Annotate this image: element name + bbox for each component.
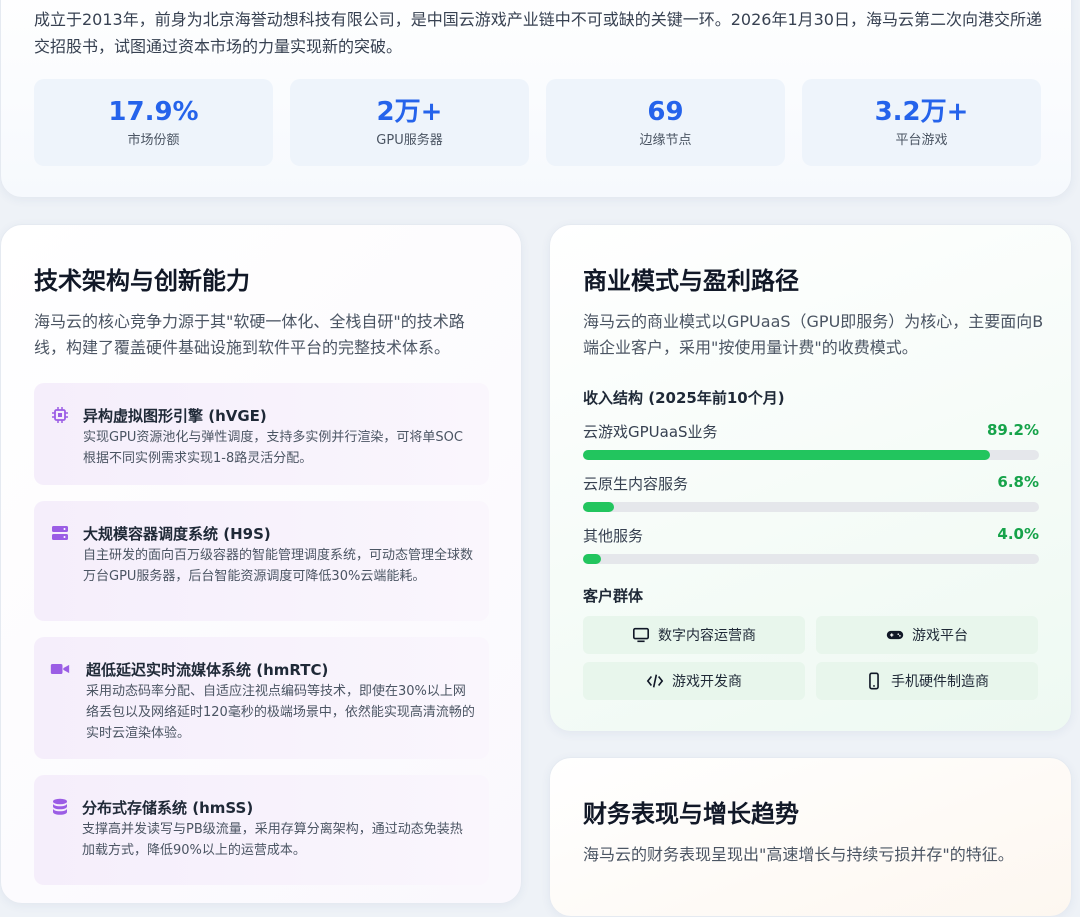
feature-title: 分布式存储系统 (hmSS) [82, 799, 254, 817]
gamepad-icon [886, 630, 904, 640]
stat-platform-games: 3.2万+ 平台游戏 [802, 79, 1041, 166]
stat-value: 17.9% [108, 97, 199, 127]
feature-desc: 实现GPU资源池化与弹性调度，支持多实例并行渲染，可将单SOC根据不同实例需求实… [83, 430, 463, 466]
tech-section-title: 技术架构与创新能力 [34, 267, 250, 295]
business-section-desc: 海马云的商业模式以GPUaaS（GPU即服务）为核心，主要面向B端企业客户，采用… [583, 312, 1044, 357]
revenue-bar-track [583, 502, 1039, 512]
customer-label: 数字内容运营商 [658, 628, 756, 644]
financial-performance-card: 财务表现与增长趋势 海马云的财务表现呈现出"高速增长与持续亏损并存"的特征。 [549, 757, 1072, 917]
revenue-bar-fill [583, 450, 990, 460]
customer-label: 手机硬件制造商 [891, 674, 989, 690]
chip-icon [52, 407, 68, 423]
tech-architecture-card: 技术架构与创新能力 海马云的核心竞争力源于其"软硬一体化、全栈自研"的技术路线，… [0, 224, 522, 904]
stat-value: 2万+ [376, 97, 443, 127]
smartphone-icon [869, 672, 879, 690]
feature-hvge: 异构虚拟图形引擎 (hVGE) 实现GPU资源池化与弹性调度，支持多实例并行渲染… [34, 383, 489, 485]
feature-hmss: 分布式存储系统 (hmSS) 支撑高并发读写与PB级流量，采用存算分离架构，通过… [34, 775, 489, 885]
feature-desc: 自主研发的面向百万级容器的智能管理调度系统，可动态管理全球数万台GPU服务器，后… [83, 548, 474, 584]
video-camera-icon [50, 664, 70, 674]
revenue-bar-fill [583, 554, 602, 564]
stat-label: GPU服务器 [376, 133, 443, 148]
feature-title: 异构虚拟图形引擎 (hVGE) [83, 407, 267, 425]
revenue-bar-fill [583, 502, 614, 512]
revenue-value: 4.0% [997, 525, 1039, 543]
stat-label: 平台游戏 [895, 133, 948, 148]
tech-section-desc: 海马云的核心竞争力源于其"软硬一体化、全栈自研"的技术路线，构建了覆盖硬件基础设… [34, 312, 465, 357]
customer-game-developers: 游戏开发商 [583, 662, 805, 700]
code-icon [646, 674, 664, 688]
revenue-bar-track [583, 450, 1039, 460]
database-icon [53, 798, 67, 815]
business-model-card: 商业模式与盈利路径 海马云的商业模式以GPUaaS（GPU即服务）为核心，主要面… [549, 224, 1072, 732]
revenue-structure-title: 收入结构 (2025年前10个月) [583, 389, 785, 407]
server-icon [52, 526, 68, 540]
feature-desc: 支撑高并发读写与PB级流量，采用存算分离架构，通过动态免装热加载方式，降低90%… [82, 822, 463, 858]
customer-groups-title: 客户群体 [583, 587, 644, 605]
finance-section-title: 财务表现与增长趋势 [583, 800, 799, 828]
feature-hmrtc: 超低延迟实时流媒体系统 (hmRTC) 采用动态码率分配、自适应注视点编码等技术… [34, 637, 489, 759]
stat-value: 3.2万+ [874, 97, 969, 127]
monitor-icon [632, 627, 650, 643]
company-overview-card: 成立于2013年，前身为北京海誉动想科技有限公司，是中国云游戏产业链中不可或缺的… [0, 0, 1072, 198]
revenue-name: 其他服务 [583, 527, 644, 545]
stat-market-share: 17.9% 市场份额 [34, 79, 273, 166]
revenue-name: 云游戏GPUaaS业务 [583, 423, 718, 441]
revenue-value: 89.2% [986, 421, 1039, 439]
stat-label: 市场份额 [127, 133, 180, 148]
revenue-bar-track [583, 554, 1039, 564]
stat-label: 边缘节点 [639, 133, 692, 148]
feature-title: 超低延迟实时流媒体系统 (hmRTC) [86, 661, 329, 679]
feature-h9s: 大规模容器调度系统 (H9S) 自主研发的面向百万级容器的智能管理调度系统，可动… [34, 501, 489, 621]
customer-phone-manufacturers: 手机硬件制造商 [816, 662, 1038, 700]
customer-digital-content-operators: 数字内容运营商 [583, 616, 805, 654]
stat-edge-nodes: 69 边缘节点 [546, 79, 785, 166]
customer-label: 游戏平台 [912, 628, 968, 644]
feature-title: 大规模容器调度系统 (H9S) [83, 525, 271, 543]
revenue-value: 6.8% [997, 473, 1039, 491]
company-intro-text: 成立于2013年，前身为北京海誉动想科技有限公司，是中国云游戏产业链中不可或缺的… [34, 10, 1042, 56]
finance-section-desc: 海马云的财务表现呈现出"高速增长与持续亏损并存"的特征。 [583, 845, 1014, 864]
stat-gpu-servers: 2万+ GPU服务器 [290, 79, 529, 166]
revenue-name: 云原生内容服务 [583, 475, 689, 493]
feature-desc: 采用动态码率分配、自适应注视点编码等技术，即使在30%以上网络丢包以及网络延时1… [86, 684, 475, 741]
stats-row: 17.9% 市场份额 2万+ GPU服务器 69 边缘节点 3.2万+ 平台游戏 [34, 79, 1041, 166]
customer-label: 游戏开发商 [672, 674, 742, 690]
customer-game-platforms: 游戏平台 [816, 616, 1038, 654]
business-section-title: 商业模式与盈利路径 [583, 267, 799, 295]
stat-value: 69 [647, 97, 684, 127]
